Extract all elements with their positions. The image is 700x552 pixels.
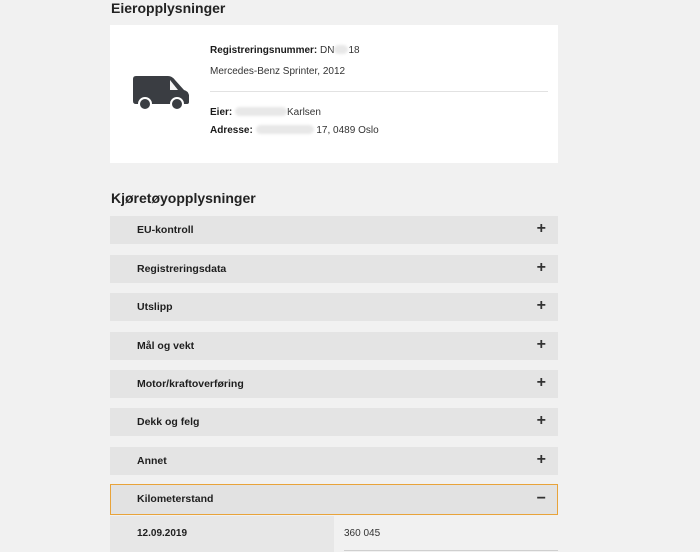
owner-section-title: Eieropplysninger xyxy=(111,0,226,16)
mileage-value: 360 045 xyxy=(344,528,381,539)
plus-icon[interactable]: + xyxy=(537,259,546,277)
accordion-label: Dekk og felg xyxy=(137,416,200,428)
redacted-block xyxy=(255,125,314,134)
registration-suffix: 18 xyxy=(348,45,360,56)
plus-icon[interactable]: + xyxy=(537,451,546,469)
plus-icon[interactable]: + xyxy=(537,374,546,392)
registration-label: Registreringsnummer: xyxy=(210,45,318,56)
accordion-registreringsdata[interactable]: Registreringsdata + xyxy=(110,255,558,283)
owner-surname: Karlsen xyxy=(287,107,321,118)
accordion-label: Mål og vekt xyxy=(137,340,195,352)
mileage-date-cell: 12.09.2019 xyxy=(110,516,334,552)
accordion-eu-kontroll[interactable]: EU-kontroll + xyxy=(110,216,558,244)
redacted-block xyxy=(235,107,288,116)
van-icon xyxy=(133,76,189,111)
divider xyxy=(210,91,548,92)
accordion-dekk-og-felg[interactable]: Dekk og felg + xyxy=(110,408,558,436)
accordion-motor-kraftoverforing[interactable]: Motor/kraftoverføring + xyxy=(110,370,558,398)
accordion-label: EU-kontroll xyxy=(137,224,194,236)
address-row: Adresse: 17, 0489 Oslo xyxy=(210,125,379,136)
plus-icon[interactable]: + xyxy=(537,220,546,238)
plus-icon[interactable]: + xyxy=(537,297,546,315)
accordion-utslipp[interactable]: Utslipp + xyxy=(110,293,558,321)
accordion-mal-og-vekt[interactable]: Mål og vekt + xyxy=(110,332,558,360)
redacted-block xyxy=(334,45,349,54)
accordion-label: Annet xyxy=(137,455,167,467)
accordion-label: Kilometerstand xyxy=(137,493,214,505)
owner-label: Eier: xyxy=(210,107,233,118)
plus-icon[interactable]: + xyxy=(537,412,546,430)
accordion-label: Motor/kraftoverføring xyxy=(137,378,244,390)
address-label: Adresse: xyxy=(210,125,253,136)
mileage-row: 12.09.2019 360 045 xyxy=(110,516,558,552)
accordion-kilometerstand[interactable]: Kilometerstand − xyxy=(110,484,558,515)
vehicle-model: Mercedes-Benz Sprinter, 2012 xyxy=(210,66,346,77)
minus-icon[interactable]: − xyxy=(537,490,546,508)
mileage-date: 12.09.2019 xyxy=(137,528,188,539)
plus-icon[interactable]: + xyxy=(537,336,546,354)
accordion-annet[interactable]: Annet + xyxy=(110,447,558,475)
owner-card: Registreringsnummer: DN 18 Mercedes-Benz … xyxy=(110,25,558,163)
registration-row: Registreringsnummer: DN 18 xyxy=(210,45,360,56)
registration-prefix: DN xyxy=(320,45,335,56)
owner-row: Eier: Karlsen xyxy=(210,107,321,118)
address-suffix: 17, 0489 Oslo xyxy=(316,125,379,136)
accordion-label: Registreringsdata xyxy=(137,263,227,275)
vehicle-section-title: Kjøretøyopplysninger xyxy=(111,190,256,206)
divider xyxy=(344,550,558,551)
accordion-label: Utslipp xyxy=(137,301,173,313)
